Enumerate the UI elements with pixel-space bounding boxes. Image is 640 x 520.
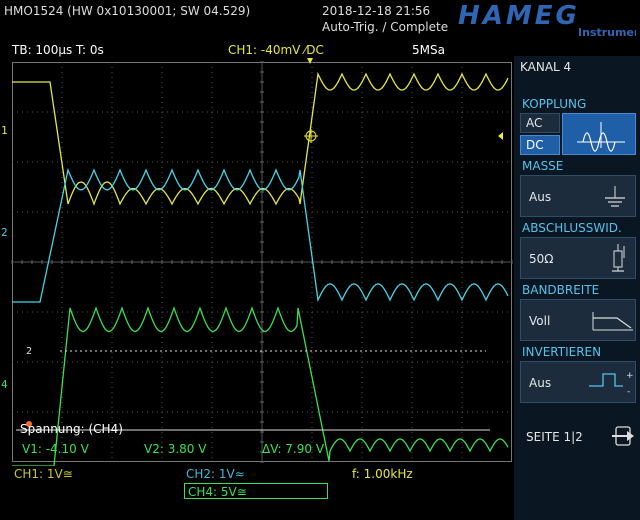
trigger-readout: CH1: -40mV ⁄DC bbox=[228, 43, 324, 57]
trigger-position-icon bbox=[307, 58, 313, 64]
ch2-marker: 2 bbox=[1, 226, 8, 239]
kopplung-ac-option[interactable]: AC bbox=[520, 113, 560, 133]
ch4-marker: 4 bbox=[1, 378, 8, 391]
timebase-readout: TB: 100µs T: 0s bbox=[12, 43, 104, 57]
invert-button[interactable]: Aus + - bbox=[520, 361, 636, 403]
frequency-readout: f: 1.00kHz bbox=[352, 467, 413, 481]
measurement-title: Spannung: (CH4) bbox=[20, 422, 123, 436]
date-time: 2018-12-18 21:56 bbox=[322, 4, 431, 18]
graticule-grid bbox=[11, 61, 513, 463]
cursor-delta-v: ΔV: 7.90 V bbox=[262, 442, 325, 456]
abschluss-label: ABSCHLUSSWID. bbox=[522, 221, 622, 235]
page-indicator: SEITE 1|2 bbox=[526, 430, 583, 444]
cursor-v2: V2: 3.80 V bbox=[144, 442, 207, 456]
logo-brand: HAMEG bbox=[458, 1, 580, 31]
ground-icon bbox=[605, 186, 625, 207]
coupling-wave-icon[interactable] bbox=[562, 113, 636, 155]
cursor-marker: 2 bbox=[26, 346, 32, 357]
sample-rate: 5MSa bbox=[412, 43, 445, 57]
bandwidth-button[interactable]: Voll bbox=[520, 299, 636, 341]
scope-display[interactable]: 2 1 2 4 bbox=[0, 56, 520, 466]
ch2-scale[interactable]: CH2: 1V≈ bbox=[186, 467, 245, 481]
next-page-icon[interactable] bbox=[610, 424, 636, 448]
invertieren-label: INVERTIEREN bbox=[522, 345, 602, 359]
hameg-logo: HAMEG Instruments bbox=[458, 1, 636, 38]
device-info: HMO1524 (HW 0x10130001; SW 04.529) bbox=[4, 4, 251, 18]
ch4-scale[interactable]: CH4: 5V≅ bbox=[188, 485, 247, 499]
cursor-v1: V1: -4.10 V bbox=[22, 442, 89, 456]
logo-sub: Instruments bbox=[578, 26, 636, 38]
svg-text:+: + bbox=[626, 371, 634, 381]
ch1-trace bbox=[12, 71, 509, 206]
invert-pulse-icon: + - bbox=[589, 371, 634, 397]
lowpass-filter-icon bbox=[592, 312, 633, 331]
ch1-marker: 1 bbox=[1, 124, 8, 137]
svg-text:-: - bbox=[627, 387, 630, 397]
dc-wave-icon bbox=[577, 122, 625, 152]
menu-title: KANAL 4 bbox=[520, 60, 572, 74]
trigger-level-icon bbox=[498, 132, 503, 140]
resistor-icon bbox=[612, 244, 625, 272]
termination-button[interactable]: 50Ω bbox=[520, 237, 636, 279]
masse-label: MASSE bbox=[522, 159, 564, 173]
bandbreite-label: BANDBREITE bbox=[522, 283, 600, 297]
trigger-status: Auto-Trig. / Complete bbox=[322, 20, 449, 34]
kopplung-label: KOPPLUNG bbox=[522, 97, 587, 111]
masse-button[interactable]: Aus bbox=[520, 175, 636, 217]
ch1-scale[interactable]: CH1: 1V≅ bbox=[14, 467, 73, 481]
kopplung-dc-option[interactable]: DC bbox=[520, 135, 560, 155]
